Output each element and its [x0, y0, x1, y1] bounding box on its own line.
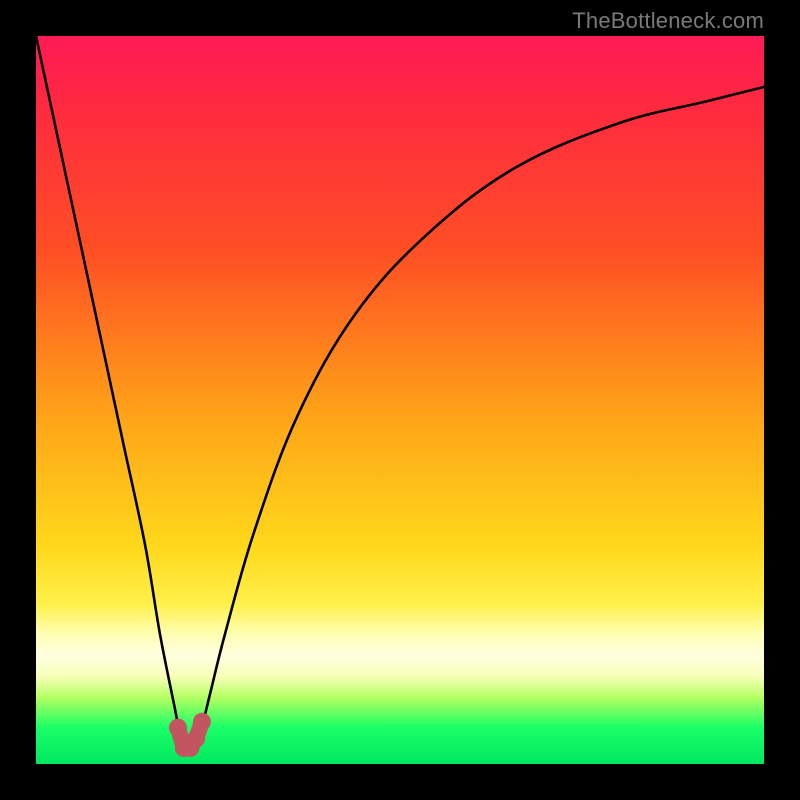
plot-area — [36, 36, 764, 764]
curve-line — [36, 36, 764, 750]
chart-frame: TheBottleneck.com — [0, 0, 800, 800]
curve-svg — [36, 36, 764, 764]
trough-markers — [169, 713, 211, 757]
trough-marker-dot — [193, 713, 211, 731]
trough-marker-dot — [169, 719, 187, 737]
bottleneck-curve — [36, 36, 764, 750]
trough-marker-dot — [187, 730, 205, 748]
watermark-text: TheBottleneck.com — [572, 8, 764, 34]
